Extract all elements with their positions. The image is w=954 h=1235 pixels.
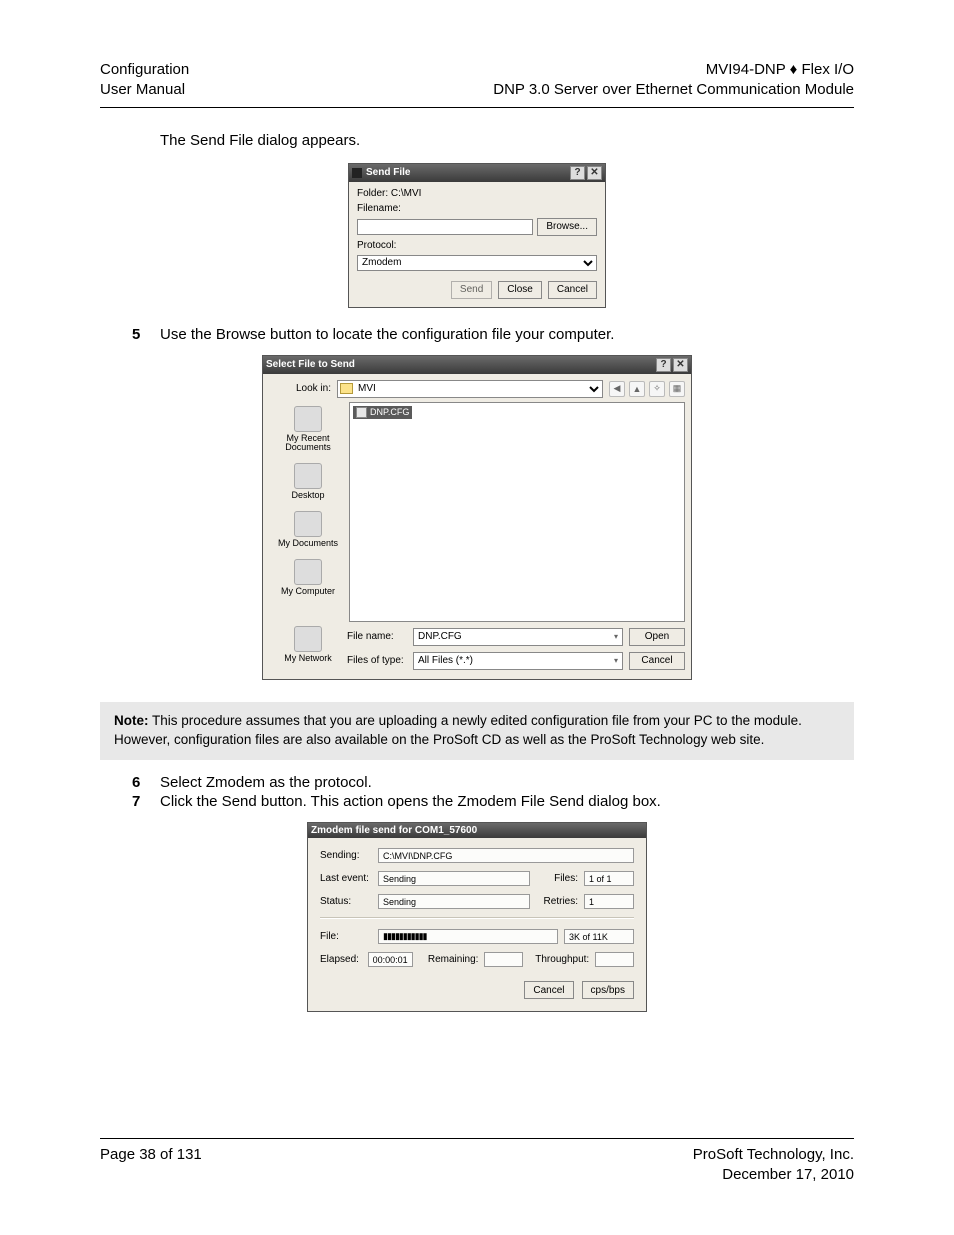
cps-bps-button[interactable]: cps/bps bbox=[582, 981, 634, 999]
help-button[interactable]: ? bbox=[570, 166, 585, 180]
sending-value: C:\MVI\DNP.CFG bbox=[378, 848, 634, 863]
throughput-label: Throughput: bbox=[535, 954, 589, 965]
file-item-selected[interactable]: DNP.CFG bbox=[353, 406, 412, 419]
sending-label: Sending: bbox=[320, 850, 372, 861]
folder-label: Folder: bbox=[357, 188, 388, 199]
zmodem-titlebar: Zmodem file send for COM1_57600 bbox=[308, 823, 646, 838]
note-label: Note: bbox=[114, 713, 149, 728]
zmodem-cancel-button[interactable]: Cancel bbox=[524, 981, 573, 999]
sidebar-mynetwork[interactable]: My Network bbox=[269, 626, 347, 664]
help-button[interactable]: ? bbox=[656, 358, 671, 372]
status-label: Status: bbox=[320, 896, 372, 907]
sidebar-mycomputer[interactable]: My Computer bbox=[269, 559, 347, 597]
lookin-select[interactable]: MVI bbox=[337, 380, 603, 398]
protocol-label: Protocol: bbox=[357, 240, 597, 251]
files-label: Files: bbox=[536, 873, 578, 884]
select-file-title: Select File to Send bbox=[266, 359, 355, 370]
close-icon[interactable]: ✕ bbox=[587, 166, 602, 180]
header-left-line1: Configuration bbox=[100, 60, 189, 80]
send-file-dialog: Send File ? ✕ Folder: C:\MVI Filename: B… bbox=[348, 163, 606, 308]
step-5-number: 5 bbox=[132, 326, 160, 343]
sidebar-desktop[interactable]: Desktop bbox=[269, 463, 347, 501]
filename-input[interactable] bbox=[357, 219, 533, 235]
step-7-number: 7 bbox=[132, 793, 160, 810]
new-folder-icon[interactable]: ✧ bbox=[649, 381, 665, 397]
open-button[interactable]: Open bbox=[629, 628, 685, 646]
files-value: 1 of 1 bbox=[584, 871, 634, 886]
cancel-button[interactable]: Cancel bbox=[548, 281, 597, 299]
status-value: Sending bbox=[378, 894, 530, 909]
back-icon[interactable]: ◀ bbox=[609, 381, 625, 397]
retries-label: Retries: bbox=[536, 896, 578, 907]
recent-docs-icon bbox=[294, 406, 322, 432]
step-6-text: Select Zmodem as the protocol. bbox=[160, 774, 854, 791]
header-right-line2: DNP 3.0 Server over Ethernet Communicati… bbox=[493, 80, 854, 100]
send-button[interactable]: Send bbox=[451, 281, 492, 299]
folder-value: C:\MVI bbox=[391, 188, 422, 199]
browse-button[interactable]: Browse... bbox=[537, 218, 597, 236]
filetype-combo[interactable]: All Files (*.*)▾ bbox=[413, 652, 623, 670]
step-7-text: Click the Send button. This action opens… bbox=[160, 793, 854, 810]
lastevent-label: Last event: bbox=[320, 873, 372, 884]
file-list[interactable]: DNP.CFG bbox=[349, 402, 685, 622]
up-icon[interactable]: ▲ bbox=[629, 381, 645, 397]
throughput-value bbox=[595, 952, 634, 967]
sidebar-recent[interactable]: My Recent Documents bbox=[269, 406, 347, 454]
retries-value: 1 bbox=[584, 894, 634, 909]
close-icon[interactable]: ✕ bbox=[673, 358, 688, 372]
header-left-line2: User Manual bbox=[100, 80, 189, 100]
lastevent-value: Sending bbox=[378, 871, 530, 886]
sidebar-mydocs[interactable]: My Documents bbox=[269, 511, 347, 549]
intro-text: The Send File dialog appears. bbox=[160, 132, 854, 149]
step-6-number: 6 bbox=[132, 774, 160, 791]
filetype-label: Files of type: bbox=[347, 655, 407, 666]
my-documents-icon bbox=[294, 511, 322, 537]
note-box: Note: This procedure assumes that you ar… bbox=[100, 702, 854, 760]
filename-label: File name: bbox=[347, 631, 407, 642]
page-number: Page 38 of 131 bbox=[100, 1145, 202, 1186]
header-right-line1: MVI94-DNP ♦ Flex I/O bbox=[493, 60, 854, 80]
step-5-text: Use the Browse button to locate the conf… bbox=[160, 326, 854, 343]
my-network-icon bbox=[294, 626, 322, 652]
protocol-select[interactable]: Zmodem bbox=[357, 255, 597, 271]
filename-combo[interactable]: DNP.CFG▾ bbox=[413, 628, 623, 646]
lookin-label: Look in: bbox=[269, 383, 331, 394]
desktop-icon bbox=[294, 463, 322, 489]
page-header: Configuration User Manual MVI94-DNP ♦ Fl… bbox=[100, 60, 854, 108]
filename-label: Filename: bbox=[357, 203, 597, 214]
elapsed-label: Elapsed: bbox=[320, 954, 362, 965]
file-label: File: bbox=[320, 931, 372, 942]
remaining-label: Remaining: bbox=[428, 954, 479, 965]
send-file-titlebar: Send File ? ✕ bbox=[349, 164, 605, 182]
footer-date: December 17, 2010 bbox=[693, 1165, 854, 1185]
my-computer-icon bbox=[294, 559, 322, 585]
page-footer: Page 38 of 131 ProSoft Technology, Inc. … bbox=[100, 1138, 854, 1186]
zmodem-send-dialog: Zmodem file send for COM1_57600 Sending:… bbox=[307, 822, 647, 1012]
file-progress: ▮▮▮▮▮▮▮▮▮▮▮ bbox=[378, 929, 558, 944]
file-icon bbox=[356, 407, 367, 418]
elapsed-value: 00:00:01 bbox=[368, 952, 413, 967]
file-size: 3K of 11K bbox=[564, 929, 634, 944]
footer-company: ProSoft Technology, Inc. bbox=[693, 1145, 854, 1165]
select-file-dialog: Select File to Send ? ✕ Look in: MVI ◀ ▲ bbox=[262, 355, 692, 681]
zmodem-title: Zmodem file send for COM1_57600 bbox=[311, 825, 477, 836]
views-icon[interactable]: ▦ bbox=[669, 381, 685, 397]
close-button[interactable]: Close bbox=[498, 281, 542, 299]
select-file-titlebar: Select File to Send ? ✕ bbox=[263, 356, 691, 374]
send-file-title: Send File bbox=[366, 167, 410, 178]
note-text: This procedure assumes that you are uplo… bbox=[114, 713, 802, 747]
app-icon bbox=[352, 168, 362, 178]
cancel-button[interactable]: Cancel bbox=[629, 652, 685, 670]
places-sidebar: My Recent Documents Desktop My Documents bbox=[269, 402, 347, 622]
remaining-value bbox=[484, 952, 523, 967]
